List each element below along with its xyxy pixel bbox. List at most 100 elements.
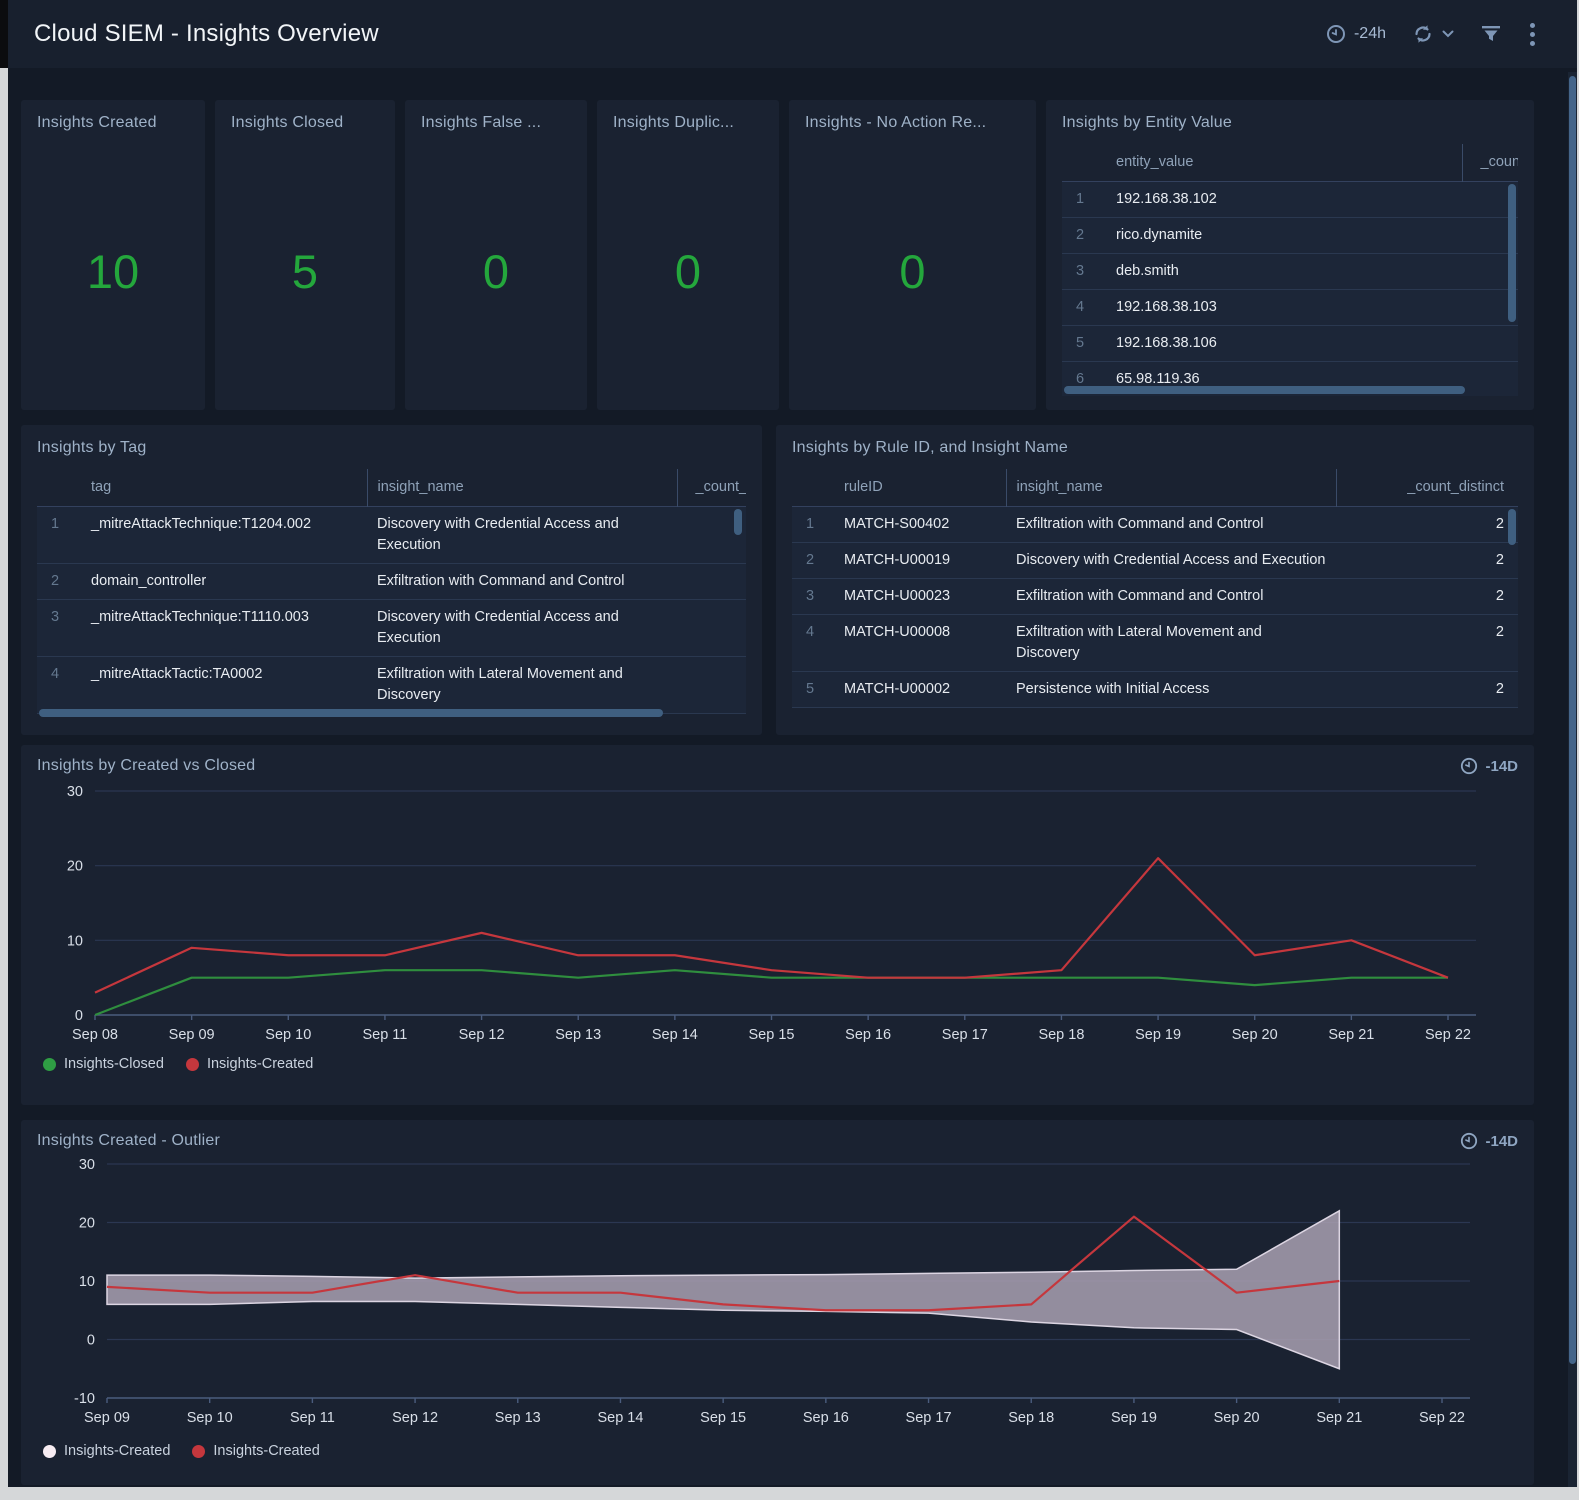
svg-text:Sep 17: Sep 17 <box>942 1027 988 1043</box>
refresh-control[interactable] <box>1412 23 1454 45</box>
legend-label: Insights-Created <box>213 1443 319 1459</box>
svg-text:Sep 10: Sep 10 <box>187 1410 233 1426</box>
kebab-menu-icon[interactable] <box>1528 21 1537 48</box>
svg-text:Sep 12: Sep 12 <box>459 1027 505 1043</box>
rule-id-cell: MATCH-U00023 <box>834 578 1006 614</box>
outlier-panel: Insights Created - Outlier -14D -1001020… <box>21 1120 1534 1485</box>
table-row[interactable]: 1 192.168.38.102 <box>1062 181 1518 217</box>
horizontal-scrollbar[interactable] <box>39 709 663 717</box>
refresh-icon <box>1412 23 1434 45</box>
svg-text:Sep 21: Sep 21 <box>1316 1410 1362 1426</box>
window-edge <box>0 0 8 68</box>
svg-text:Sep 18: Sep 18 <box>1038 1027 1084 1043</box>
column-header[interactable]: _count_distinct <box>1336 469 1518 506</box>
legend-item[interactable]: Insights-Created <box>43 1443 170 1459</box>
legend-dot-icon <box>186 1058 199 1071</box>
column-header[interactable]: insight_name <box>1006 469 1336 506</box>
entity-value-cell: 192.168.38.102 <box>1106 181 1462 217</box>
column-header[interactable]: _count_distinct <box>677 469 746 506</box>
svg-text:Sep 09: Sep 09 <box>169 1027 215 1043</box>
column-header[interactable]: entity_value <box>1106 144 1462 181</box>
entity-table: entity_value _count_distinct 1 192.168.3… <box>1062 144 1518 396</box>
horizontal-scrollbar[interactable] <box>1064 386 1465 394</box>
legend-item[interactable]: Insights-Created <box>186 1056 313 1072</box>
svg-text:0: 0 <box>75 1008 83 1024</box>
created-vs-closed-panel: Insights by Created vs Closed -14D 0 10 20… <box>21 745 1534 1105</box>
column-header[interactable]: ruleID <box>834 469 1006 506</box>
app-header: Cloud SIEM - Insights Overview -24h <box>8 0 1577 68</box>
svg-text:0: 0 <box>87 1333 95 1349</box>
column-header[interactable]: insight_name <box>367 469 677 506</box>
rule-id-cell: MATCH-U00008 <box>834 614 1006 671</box>
legend-dot-icon <box>43 1445 56 1458</box>
chart-time-range[interactable]: -14D <box>1460 1132 1518 1150</box>
tag-table: tag insight_name _count_distinct 1 _mitr… <box>37 469 746 719</box>
table-row[interactable]: 4 192.168.38.103 <box>1062 289 1518 325</box>
svg-text:Sep 09: Sep 09 <box>84 1410 130 1426</box>
svg-text:10: 10 <box>79 1274 95 1290</box>
panel-title: Insights by Entity Value <box>1062 114 1518 132</box>
count-cell: 2 <box>1336 671 1518 707</box>
svg-text:Sep 10: Sep 10 <box>265 1027 311 1043</box>
tag-cell: _mitreAttackTechnique:T1110.003 <box>81 599 367 656</box>
table-row[interactable]: 2 MATCH-U00019 Discovery with Credential… <box>792 542 1518 578</box>
chevron-down-icon <box>1442 30 1454 38</box>
filter-icon[interactable] <box>1480 24 1502 44</box>
tag-cell: _mitreAttackTactic:TA0002 <box>81 656 367 713</box>
svg-text:Sep 14: Sep 14 <box>597 1410 643 1426</box>
dashboard: Cloud SIEM - Insights Overview -24h <box>8 0 1577 1487</box>
chart-legend: Insights-Created Insights-Created <box>37 1443 1518 1459</box>
table-row[interactable]: 2 rico.dynamite <box>1062 217 1518 253</box>
column-header[interactable]: _count_distinct <box>1462 144 1518 181</box>
insight-name-cell: Exfiltration with Command and Control <box>367 563 677 599</box>
table-row[interactable]: 3 MATCH-U00023 Exfiltration with Command… <box>792 578 1518 614</box>
insight-name-cell: Persistence with Initial Access <box>1006 671 1336 707</box>
svg-text:Sep 20: Sep 20 <box>1214 1410 1260 1426</box>
chart-time-range[interactable]: -14D <box>1460 757 1518 775</box>
page-scrollbar[interactable] <box>1568 72 1577 1487</box>
count-cell: 2 <box>1336 542 1518 578</box>
panel-title: Insights by Tag <box>37 439 746 457</box>
svg-text:20: 20 <box>67 859 83 875</box>
table-header-row: tag insight_name _count_distinct <box>37 469 746 506</box>
legend-item[interactable]: Insights-Created <box>192 1443 319 1459</box>
dashboard-content: Insights Created 10 Insights Closed 5 In… <box>8 68 1534 1485</box>
clock-icon <box>1460 1132 1478 1150</box>
vertical-scrollbar[interactable] <box>1508 184 1516 322</box>
table-row[interactable]: 2 domain_controller Exfiltration with Co… <box>37 563 746 599</box>
legend-item[interactable]: Insights-Closed <box>43 1056 164 1072</box>
count-cell: 2 <box>1336 506 1518 542</box>
table-row[interactable]: 5 MATCH-U00002 Persistence with Initial … <box>792 671 1518 707</box>
clock-icon <box>1460 757 1478 775</box>
insight-name-cell: Discovery with Credential Access and Exe… <box>367 599 677 656</box>
insight-name-cell: Discovery with Credential Access and Exe… <box>367 506 677 563</box>
column-header[interactable]: tag <box>81 469 367 506</box>
table-row[interactable]: 1 _mitreAttackTechnique:T1204.002 Discov… <box>37 506 746 563</box>
table-row[interactable]: 4 _mitreAttackTactic:TA0002 Exfiltration… <box>37 656 746 713</box>
created-vs-closed-chart[interactable]: 0102030Sep 08Sep 09Sep 10Sep 11Sep 12Sep… <box>37 775 1518 1047</box>
panel-title: Insights Created - Outlier <box>37 1132 220 1150</box>
tag-cell: domain_controller <box>81 563 367 599</box>
outlier-chart[interactable]: -100102030Sep 09Sep 10Sep 11Sep 12Sep 13… <box>37 1150 1518 1434</box>
insight-name-cell: Exfiltration with Lateral Movement and D… <box>367 656 677 713</box>
table-row[interactable]: 1 MATCH-S00402 Exfiltration with Command… <box>792 506 1518 542</box>
table-header-row: entity_value _count_distinct <box>1062 144 1518 181</box>
table-row[interactable]: 5 192.168.38.106 <box>1062 325 1518 361</box>
legend-label: Insights-Created <box>64 1443 170 1459</box>
vertical-scrollbar[interactable] <box>1508 509 1516 545</box>
entity-value-cell: 192.168.38.103 <box>1106 289 1462 325</box>
table-row[interactable]: 3 _mitreAttackTechnique:T1110.003 Discov… <box>37 599 746 656</box>
vertical-scrollbar[interactable] <box>734 509 742 535</box>
panel-title: Insights by Created vs Closed <box>37 757 255 775</box>
svg-text:30: 30 <box>79 1157 95 1173</box>
svg-text:20: 20 <box>79 1216 95 1232</box>
rule-id-cell: MATCH-U00019 <box>834 542 1006 578</box>
entity-value-cell: rico.dynamite <box>1106 217 1462 253</box>
insight-name-cell: Exfiltration with Command and Control <box>1006 506 1336 542</box>
entity-value-panel: Insights by Entity Value entity_value _c… <box>1046 100 1534 410</box>
time-range-control[interactable]: -24h <box>1326 24 1386 44</box>
svg-text:Sep 22: Sep 22 <box>1425 1027 1471 1043</box>
table-row[interactable]: 3 deb.smith <box>1062 253 1518 289</box>
svg-text:10: 10 <box>67 933 83 949</box>
table-row[interactable]: 4 MATCH-U00008 Exfiltration with Lateral… <box>792 614 1518 671</box>
